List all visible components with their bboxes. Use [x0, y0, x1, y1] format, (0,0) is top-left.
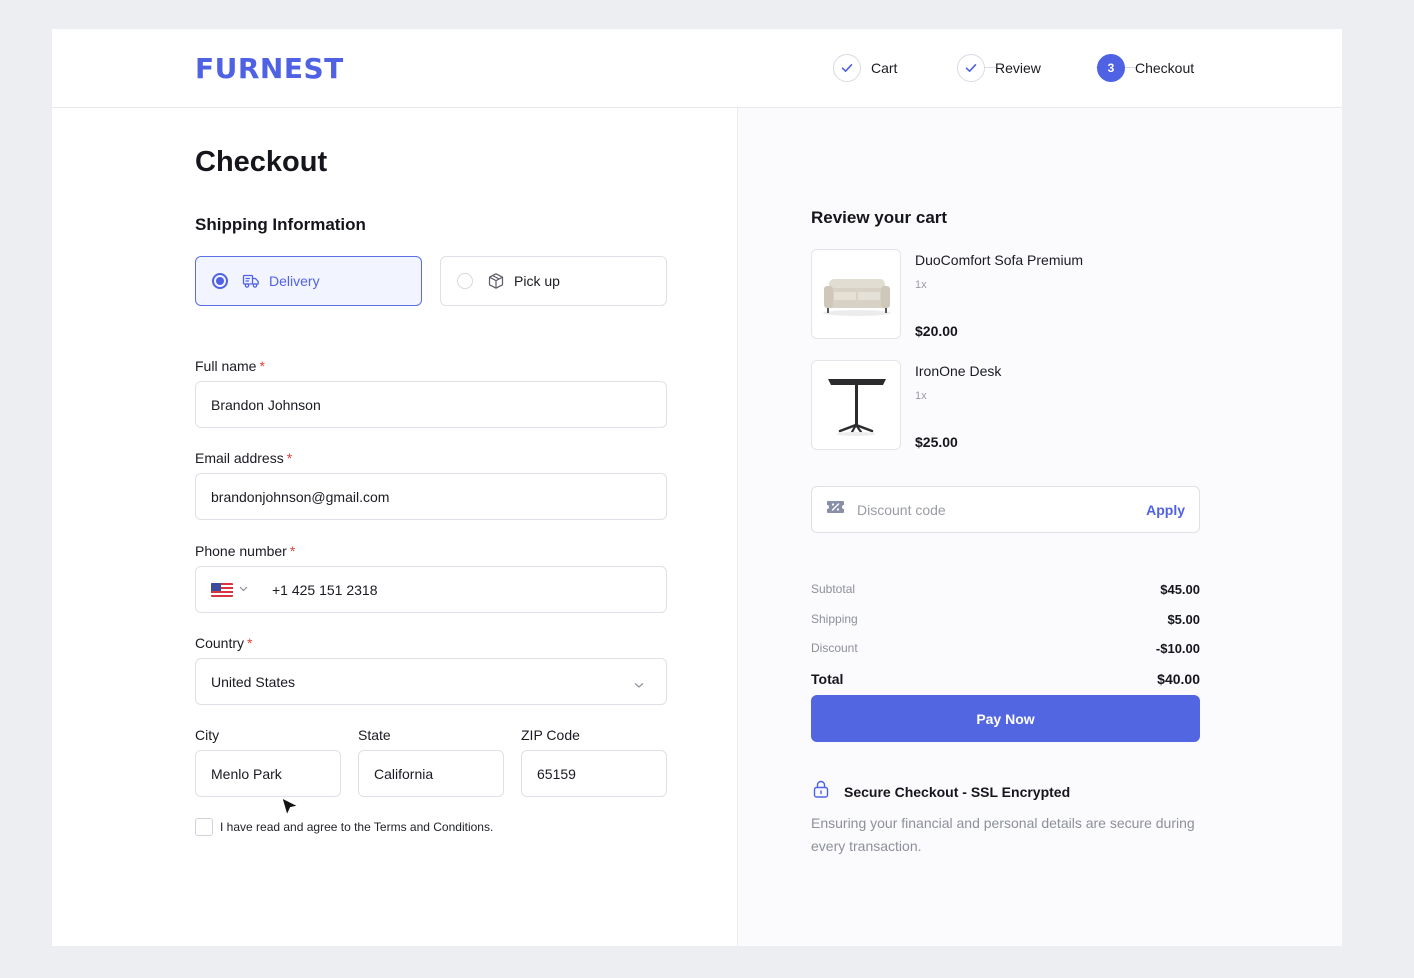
- full-name-label: Full name *: [195, 358, 265, 374]
- step-label: Cart: [871, 60, 898, 76]
- chevron-down-icon: [634, 676, 644, 692]
- discount-value: -$10.00: [1155, 641, 1200, 656]
- terms-row: I have read and agree to the Terms and C…: [195, 818, 493, 836]
- total-label: Total: [811, 671, 844, 687]
- delivery-truck-icon: [242, 272, 260, 290]
- field-label-text: Phone number: [195, 543, 287, 559]
- step-cart[interactable]: Cart: [833, 53, 897, 83]
- item-quantity: 1x: [915, 390, 927, 402]
- step-label: Review: [995, 60, 1041, 76]
- check-icon: [833, 54, 861, 82]
- radio-selected[interactable]: [212, 273, 228, 289]
- step-review[interactable]: Review: [957, 53, 1041, 83]
- page-title: Checkout: [195, 146, 328, 178]
- brand-logo[interactable]: FURNEST: [195, 52, 344, 85]
- select-value: United States: [211, 673, 296, 690]
- item-name: IronOne Desk: [915, 363, 1002, 379]
- total-row: Total $40.00: [811, 671, 1200, 687]
- cart-item: IronOne Desk 1x $25.00: [811, 360, 1201, 450]
- item-quantity: 1x: [915, 279, 927, 291]
- terms-checkbox[interactable]: [195, 818, 213, 836]
- city-label: City: [195, 727, 220, 743]
- zip-label: ZIP Code: [521, 727, 580, 743]
- item-price: $25.00: [915, 434, 958, 450]
- checkout-card: FURNEST Cart Review 3 Checkout Checkout …: [52, 29, 1342, 946]
- input-value: California: [374, 765, 434, 782]
- chevron-down-icon[interactable]: [239, 584, 248, 595]
- shipping-label: Shipping: [811, 612, 858, 626]
- cart-item: DuoComfort Sofa Premium 1x $20.00: [811, 249, 1201, 339]
- subtotal-label: Subtotal: [811, 582, 856, 596]
- email-label: Email address *: [195, 450, 292, 466]
- input-value: +1 425 151 2318: [272, 581, 378, 598]
- input-value: 65159: [537, 765, 576, 782]
- input-value: Menlo Park: [211, 765, 282, 782]
- discount-label: Discount: [811, 641, 858, 655]
- pay-now-button[interactable]: Pay Now: [811, 695, 1200, 742]
- step-number-badge: 3: [1097, 54, 1125, 82]
- pickup-label: Pick up: [514, 273, 560, 289]
- input-value: brandonjohnson@gmail.com: [211, 488, 390, 505]
- delivery-option[interactable]: Delivery: [195, 256, 422, 306]
- delivery-label: Delivery: [269, 273, 320, 289]
- check-icon: [957, 54, 985, 82]
- step-label: Checkout: [1135, 60, 1195, 76]
- sofa-image: [811, 249, 901, 339]
- shipping-row: Shipping $5.00: [811, 612, 1200, 627]
- country-label: Country *: [195, 635, 252, 651]
- required-mark: *: [286, 450, 293, 466]
- section-title: Shipping Information: [195, 215, 366, 234]
- field-label-text: Full name: [195, 358, 257, 374]
- subtotal-value: $45.00: [1160, 582, 1200, 597]
- item-name: DuoComfort Sofa Premium: [915, 252, 1084, 268]
- terms-text[interactable]: I have read and agree to the Terms and C…: [220, 820, 493, 834]
- phone-input[interactable]: +1 425 151 2318: [195, 566, 667, 613]
- required-mark: *: [259, 358, 265, 374]
- full-name-input[interactable]: Brandon Johnson: [195, 381, 667, 428]
- header: FURNEST Cart Review 3 Checkout: [52, 29, 1342, 108]
- discount-placeholder: Discount code: [857, 501, 946, 518]
- secure-checkout-description: Ensuring your financial and personal det…: [811, 815, 1195, 854]
- field-label-text: Email address: [195, 450, 284, 466]
- desk-image: [811, 360, 901, 450]
- discount-ticket-icon: [826, 500, 845, 519]
- shipping-form-panel: Checkout Shipping Information Delivery P…: [52, 108, 737, 946]
- required-mark: *: [247, 635, 253, 651]
- review-cart-title: Review your cart: [811, 208, 948, 227]
- city-input[interactable]: Menlo Park: [195, 750, 341, 797]
- pickup-option[interactable]: Pick up: [440, 256, 667, 306]
- field-label-text: Country: [195, 635, 245, 651]
- required-mark: *: [289, 543, 296, 559]
- shipping-value: $5.00: [1167, 612, 1200, 627]
- cart-review-panel: Review your cart DuoComfort Sofa Premium…: [737, 108, 1342, 946]
- mouse-cursor-icon: [280, 796, 300, 818]
- discount-row: Discount -$10.00: [811, 641, 1200, 656]
- item-price: $20.00: [915, 323, 958, 339]
- discount-code-input[interactable]: Discount code Apply: [811, 486, 1200, 533]
- state-input[interactable]: California: [358, 750, 504, 797]
- secure-checkout-row: Secure Checkout - SSL Encrypted: [811, 779, 1070, 804]
- radio-unselected[interactable]: [457, 273, 473, 289]
- total-value: $40.00: [1157, 671, 1200, 687]
- phone-label: Phone number *: [195, 543, 295, 559]
- country-select[interactable]: United States: [195, 658, 667, 705]
- step-checkout[interactable]: 3 Checkout: [1097, 53, 1194, 83]
- package-box-icon: [487, 272, 505, 290]
- subtotal-row: Subtotal $45.00: [811, 582, 1200, 597]
- apply-discount-button[interactable]: Apply: [1146, 502, 1185, 518]
- secure-checkout-title: Secure Checkout - SSL Encrypted: [844, 783, 1071, 800]
- lock-icon: [811, 779, 831, 804]
- us-flag-icon[interactable]: [211, 582, 233, 597]
- email-input[interactable]: brandonjohnson@gmail.com: [195, 473, 667, 520]
- input-value: Brandon Johnson: [211, 396, 321, 413]
- state-label: State: [358, 727, 391, 743]
- zip-input[interactable]: 65159: [521, 750, 667, 797]
